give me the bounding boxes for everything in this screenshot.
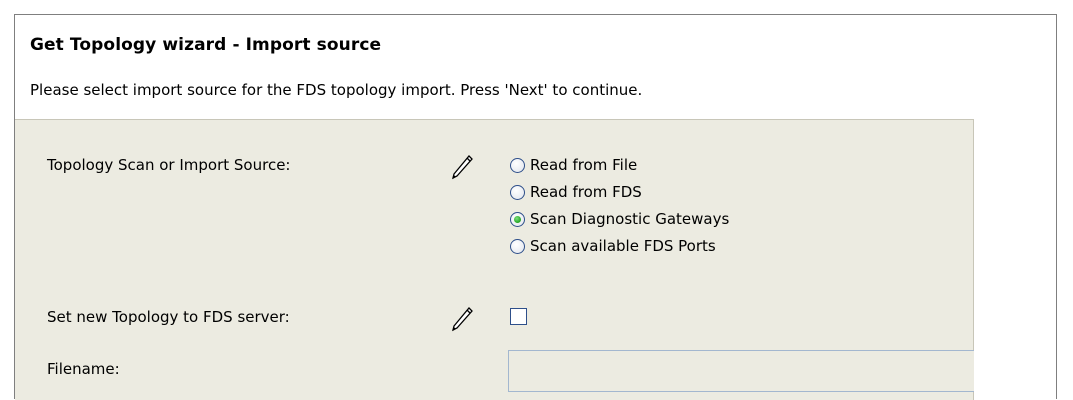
radio-button[interactable] (510, 157, 525, 173)
form-panel: Topology Scan or Import Source: Read fro… (15, 119, 974, 400)
set-topology-label: Set new Topology to FDS server: (47, 308, 290, 326)
radio-scan-available-fds-ports[interactable]: Scan available FDS Ports (510, 234, 716, 258)
radio-button[interactable] (510, 238, 525, 254)
radio-label: Scan available FDS Ports (530, 237, 716, 255)
wizard-title: Get Topology wizard - Import source (30, 35, 382, 55)
radio-label: Read from FDS (530, 183, 642, 201)
radio-read-from-fds[interactable]: Read from FDS (510, 180, 642, 204)
radio-read-from-file[interactable]: Read from File (510, 153, 637, 177)
selected-dot (514, 215, 521, 223)
radio-label: Scan Diagnostic Gateways (530, 210, 730, 228)
wizard-page: Get Topology wizard - Import source Plea… (14, 14, 1057, 400)
radio-label: Read from File (530, 156, 638, 174)
pencil-icon (452, 155, 473, 180)
filename-input[interactable] (508, 350, 974, 392)
filename-label: Filename: (47, 360, 120, 378)
radio-scan-diagnostic-gateways[interactable]: Scan Diagnostic Gateways (510, 207, 729, 231)
source-label: Topology Scan or Import Source: (47, 156, 291, 174)
pencil-icon (452, 307, 473, 332)
radio-button[interactable] (510, 184, 525, 200)
wizard-header: Get Topology wizard - Import source Plea… (15, 15, 1056, 119)
wizard-description: Please select import source for the FDS … (30, 81, 643, 99)
radio-button[interactable] (510, 211, 525, 227)
set-topology-checkbox[interactable] (510, 308, 527, 325)
